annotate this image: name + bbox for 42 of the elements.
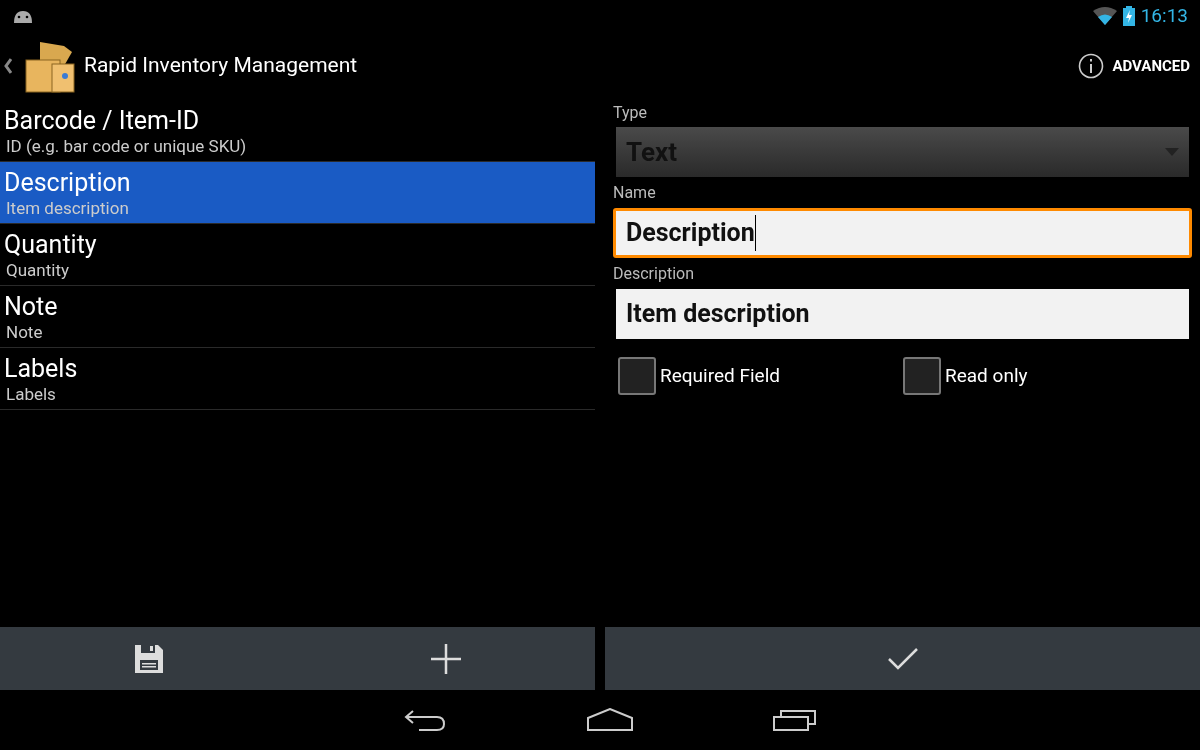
field-subtitle: Item description xyxy=(5,197,129,218)
text-input-field[interactable]: Description xyxy=(613,208,1192,258)
home-icon xyxy=(587,708,633,732)
field-subtitle: Labels xyxy=(5,383,56,404)
field-label: Description xyxy=(613,264,695,284)
field-subtitle: Quantity xyxy=(5,259,69,280)
recent-apps-button[interactable] xyxy=(773,708,817,732)
field-list-item[interactable]: Note Note xyxy=(0,286,595,348)
add-icon xyxy=(430,642,462,675)
field-label: Type xyxy=(613,103,649,123)
wifi-icon xyxy=(1092,7,1117,25)
text-input-field[interactable]: Item description xyxy=(616,289,1189,339)
info-icon xyxy=(1078,53,1105,79)
save-icon xyxy=(133,643,164,674)
battery-charging-icon xyxy=(1122,6,1135,26)
field-label: Name xyxy=(613,183,657,203)
dropdown-arrow-icon xyxy=(1165,148,1179,156)
field-title: Labels xyxy=(3,353,78,384)
checkbox-label: Read only xyxy=(945,362,1028,389)
up-caret-icon xyxy=(4,58,12,74)
field-list-item[interactable]: Labels Labels xyxy=(0,348,595,410)
app-title: Rapid Inventory Management xyxy=(84,52,358,80)
back-button[interactable] xyxy=(403,708,447,732)
field-subtitle: Note xyxy=(5,321,43,342)
clock-time: 16:13 xyxy=(1140,2,1188,29)
field-subtitle: ID (e.g. bar code or unique SKU) xyxy=(5,135,247,156)
advanced-button[interactable]: ADVANCED xyxy=(1078,53,1190,79)
android-icon xyxy=(12,9,34,23)
checkbox[interactable] xyxy=(618,357,656,395)
back-icon xyxy=(403,708,447,732)
home-button[interactable] xyxy=(587,708,633,732)
field-title: Barcode / Item-ID xyxy=(3,105,200,136)
field-list-item[interactable]: Quantity Quantity xyxy=(0,224,595,286)
field-list-item[interactable]: Description Item description xyxy=(0,162,595,224)
checkbox[interactable] xyxy=(903,357,941,395)
checkbox-label: Required Field xyxy=(660,362,780,389)
field-title: Note xyxy=(3,291,58,322)
recent-apps-icon xyxy=(773,708,817,732)
field-title: Description xyxy=(3,167,131,198)
checkmark-icon xyxy=(886,646,919,671)
app-home-button[interactable]: Rapid Inventory Management xyxy=(0,38,358,94)
field-title: Quantity xyxy=(3,229,97,260)
